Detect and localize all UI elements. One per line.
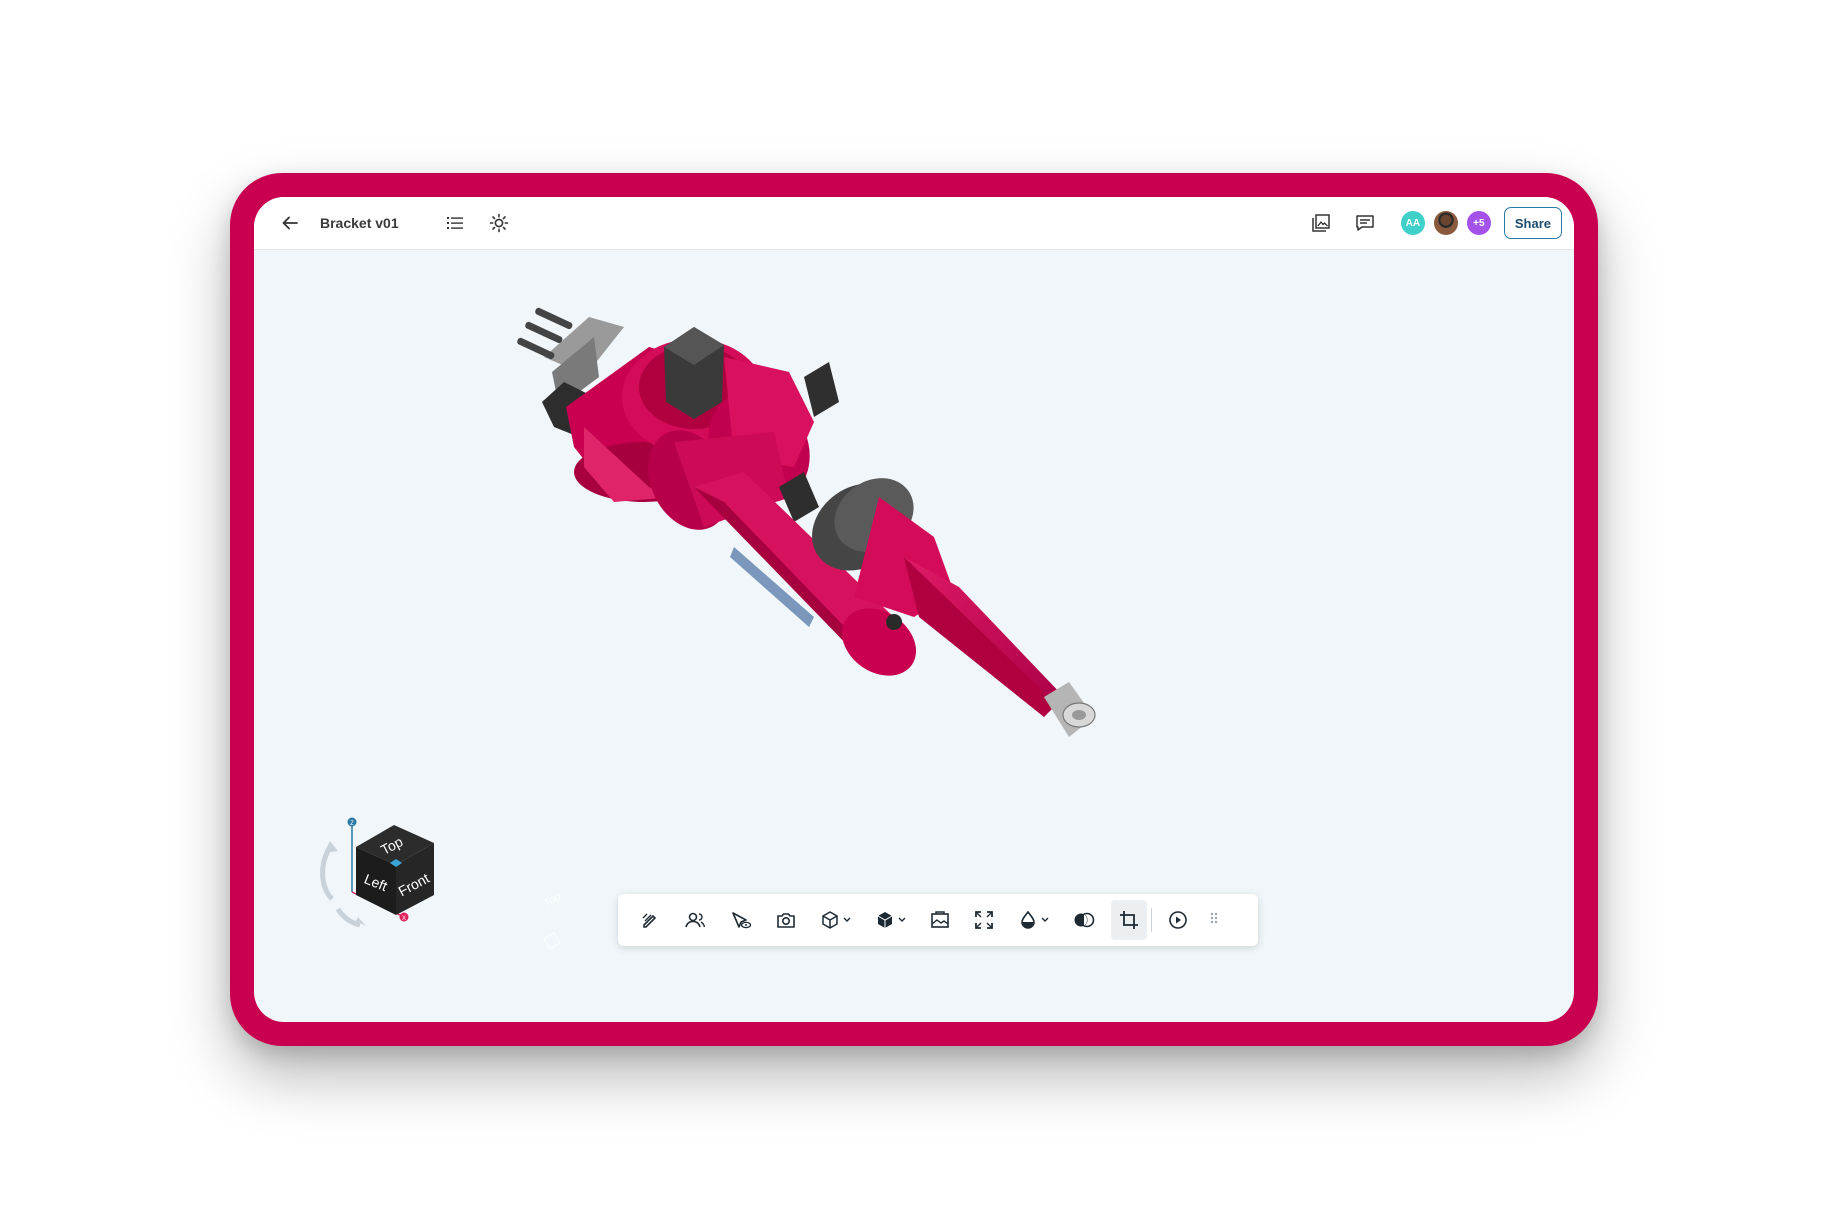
play-icon[interactable] [1160, 900, 1196, 940]
grip-icon[interactable] [1210, 911, 1218, 930]
app-screen: Bracket v01 AA +5 Share Z X Top Left Fro… [254, 197, 1574, 1022]
device-frame: Bracket v01 AA +5 Share Z X Top Left Fro… [230, 173, 1598, 1046]
chevron-down-icon [1041, 917, 1049, 922]
markup-icon[interactable] [632, 900, 668, 940]
axis-z-label: Z [350, 821, 354, 827]
users-icon[interactable] [676, 900, 714, 940]
view-cube-dropdown[interactable] [812, 900, 859, 940]
bottom-toolbar [618, 894, 1258, 946]
view-cube-icon [822, 911, 838, 929]
compare-icon[interactable] [1065, 900, 1103, 940]
ghost-cube-label: Top [542, 891, 563, 910]
toolbar-divider [1151, 908, 1152, 932]
select-view-icon[interactable] [722, 900, 760, 940]
color-drop-icon [1021, 910, 1035, 929]
ghost-cube-overlay: Top [542, 891, 563, 950]
shaded-cube-dropdown[interactable] [867, 900, 914, 940]
chevron-down-icon [843, 917, 851, 922]
crop-icon[interactable] [1111, 900, 1147, 940]
chevron-down-icon [898, 917, 906, 922]
fit-screen-icon[interactable] [966, 900, 1002, 940]
camera-icon[interactable] [768, 900, 804, 940]
axis-x-label: X [402, 916, 406, 922]
shaded-cube-icon [877, 912, 893, 928]
color-drop-dropdown[interactable] [1010, 900, 1057, 940]
navigation-cube[interactable]: Z X Top Left Front [312, 817, 442, 927]
image-icon[interactable] [922, 900, 958, 940]
